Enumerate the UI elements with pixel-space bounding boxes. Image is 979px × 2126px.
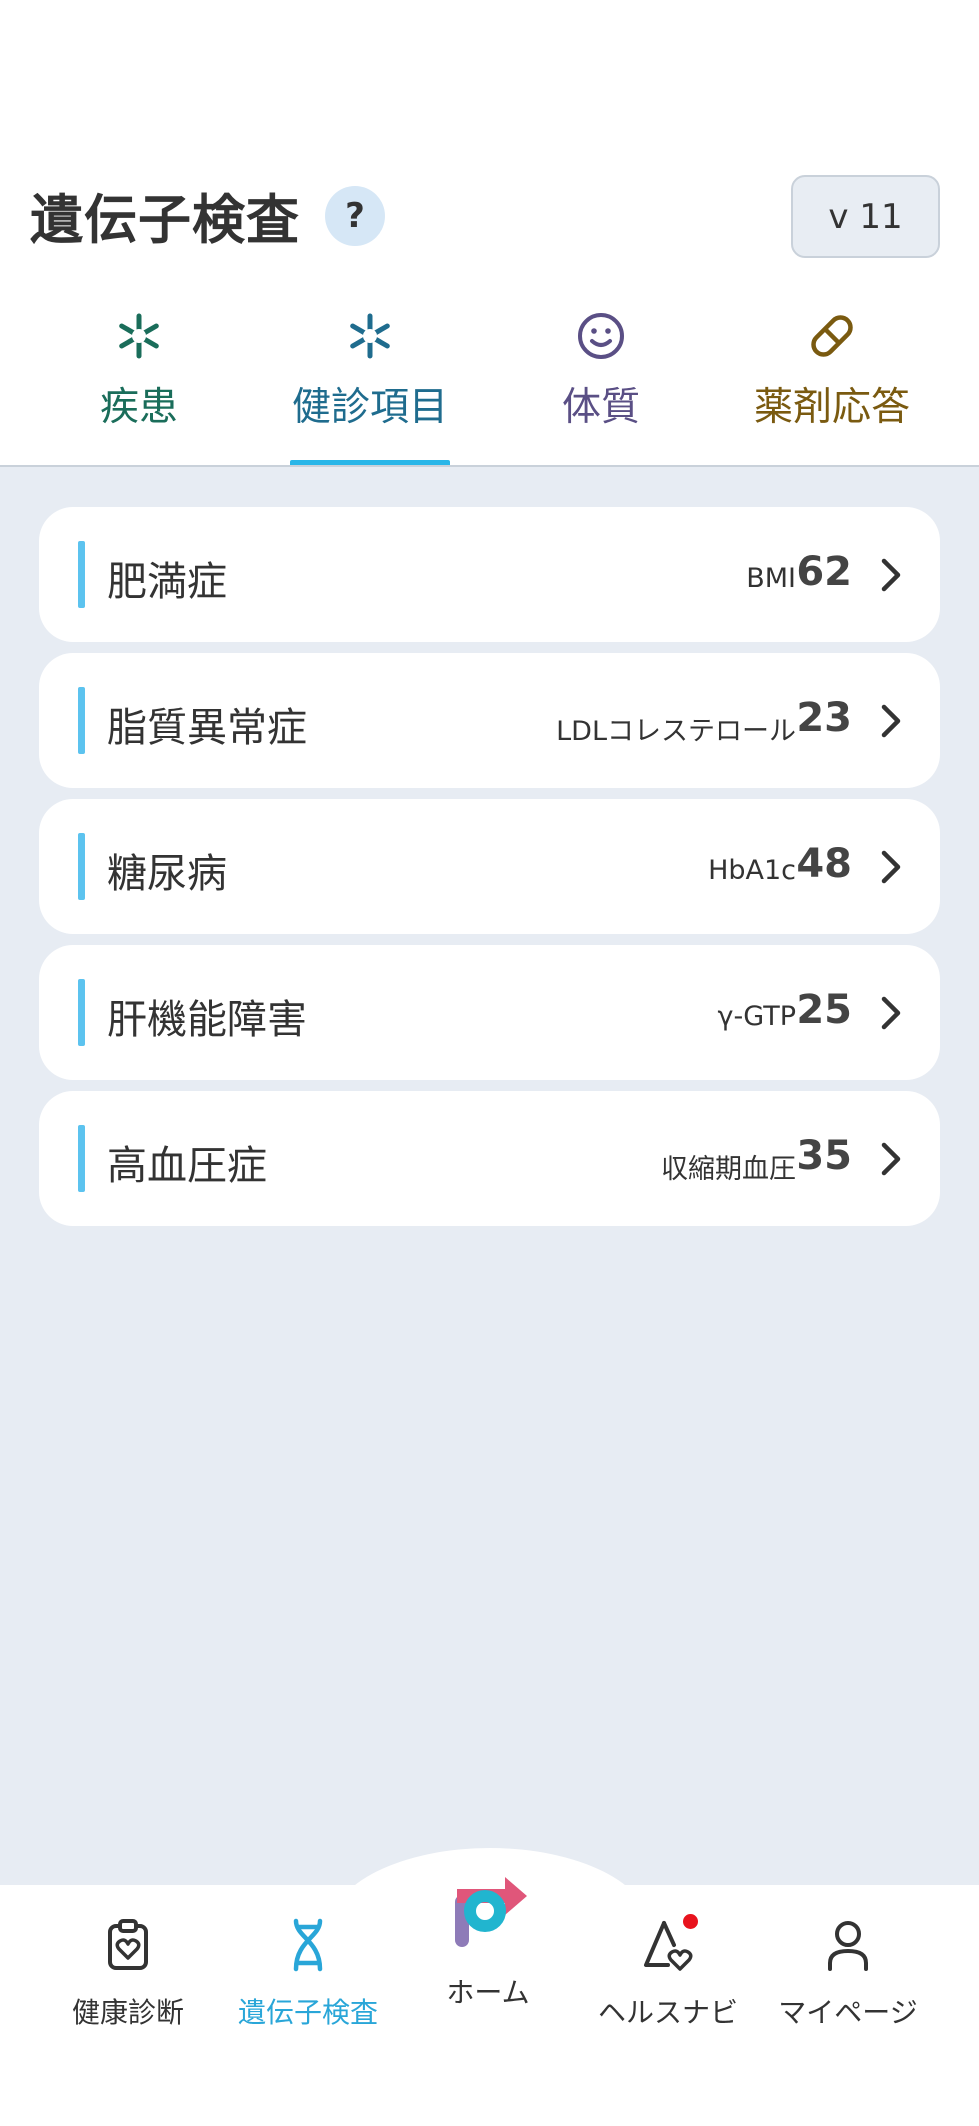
item-name: 糖尿病 bbox=[107, 851, 227, 897]
nav-label: マイページ bbox=[778, 1996, 918, 2029]
card-accent-bar bbox=[78, 833, 85, 900]
metric-value: 62 bbox=[796, 549, 852, 595]
tab-label: 薬剤応答 bbox=[753, 385, 910, 430]
chevron-right-icon bbox=[881, 1142, 901, 1176]
metric-value: 48 bbox=[796, 841, 852, 887]
bottom-navigation: 健康診断 遺伝子検査 ホーム ヘルスナビ マイページ bbox=[0, 1877, 979, 2126]
nav-label: ヘルスナビ bbox=[597, 1996, 738, 2029]
metric-value: 23 bbox=[796, 695, 852, 741]
help-button[interactable]: ? bbox=[325, 186, 385, 246]
item-name: 肥満症 bbox=[107, 559, 227, 605]
metric-label: γ-GTP bbox=[717, 1001, 796, 1032]
nav-my-page[interactable]: マイページ bbox=[758, 1885, 938, 2031]
nav-health-navi[interactable]: ヘルスナビ bbox=[578, 1885, 758, 2031]
smile-icon bbox=[578, 313, 624, 359]
chevron-right-icon bbox=[881, 850, 901, 884]
chevron-right-icon bbox=[881, 558, 901, 592]
metric-label: HbA1c bbox=[708, 855, 796, 886]
tab-drug-response[interactable]: 薬剤応答 bbox=[732, 300, 932, 466]
card-accent-bar bbox=[78, 541, 85, 608]
item-name: 肝機能障害 bbox=[107, 997, 307, 1043]
tab-disease[interactable]: 疾患 bbox=[39, 300, 239, 466]
nav-home[interactable]: ホーム bbox=[398, 1877, 578, 2011]
pill-icon bbox=[811, 315, 853, 357]
list-item[interactable]: 高血圧症 収縮期血圧 35 bbox=[39, 1091, 940, 1226]
tab-label: 健診項目 bbox=[291, 385, 448, 430]
nav-label: 健康診断 bbox=[71, 1996, 184, 2029]
chevron-right-icon bbox=[881, 704, 901, 738]
list-item[interactable]: 糖尿病 HbA1c 48 bbox=[39, 799, 940, 934]
version-button[interactable]: v 11 bbox=[791, 175, 940, 258]
tab-label: 体質 bbox=[561, 385, 640, 430]
nav-genetic-test[interactable]: 遺伝子検査 bbox=[218, 1885, 398, 2031]
metric-label: BMI bbox=[746, 563, 796, 594]
metric-value: 25 bbox=[796, 987, 852, 1033]
tab-constitution[interactable]: 体質 bbox=[501, 300, 701, 466]
asterisk-icon bbox=[119, 313, 159, 359]
metric-label: 収縮期血圧 bbox=[661, 1154, 796, 1185]
asterisk-icon bbox=[350, 313, 390, 359]
dna-icon bbox=[293, 1918, 323, 1972]
category-tabs: 疾患 健診項目 体質 薬剤応答 bbox=[0, 300, 979, 467]
tab-checkup-items[interactable]: 健診項目 bbox=[270, 300, 470, 466]
page-title: 遺伝子検査 bbox=[30, 190, 300, 251]
notification-dot bbox=[683, 1914, 698, 1929]
item-name: 脂質異常症 bbox=[107, 705, 307, 751]
nav-label: ホーム bbox=[446, 1976, 530, 2009]
metric-label: LDLコレステロール bbox=[556, 716, 796, 747]
card-accent-bar bbox=[78, 687, 85, 754]
clipboard-heart-icon bbox=[108, 1919, 148, 1970]
list-item[interactable]: 肝機能障害 γ-GTP 25 bbox=[39, 945, 940, 1080]
home-logo-icon bbox=[455, 1877, 527, 1947]
checkup-item-list: 肥満症 BMI 62 脂質異常症 LDLコレステロール 23 糖尿病 HbA1c… bbox=[0, 467, 979, 1887]
user-icon bbox=[828, 1921, 868, 1971]
list-item[interactable]: 脂質異常症 LDLコレステロール 23 bbox=[39, 653, 940, 788]
item-name: 高血圧症 bbox=[107, 1143, 267, 1189]
card-accent-bar bbox=[78, 1125, 85, 1192]
chevron-right-icon bbox=[881, 996, 901, 1030]
header: 遺伝子検査 ? v 11 疾患 健診項目 体質 薬剤応答 bbox=[0, 0, 979, 467]
metric-value: 35 bbox=[796, 1133, 852, 1179]
nav-health-checkup[interactable]: 健康診断 bbox=[38, 1885, 218, 2031]
list-item[interactable]: 肥満症 BMI 62 bbox=[39, 507, 940, 642]
tab-label: 疾患 bbox=[99, 385, 178, 430]
card-accent-bar bbox=[78, 979, 85, 1046]
nav-label: 遺伝子検査 bbox=[237, 1996, 378, 2029]
